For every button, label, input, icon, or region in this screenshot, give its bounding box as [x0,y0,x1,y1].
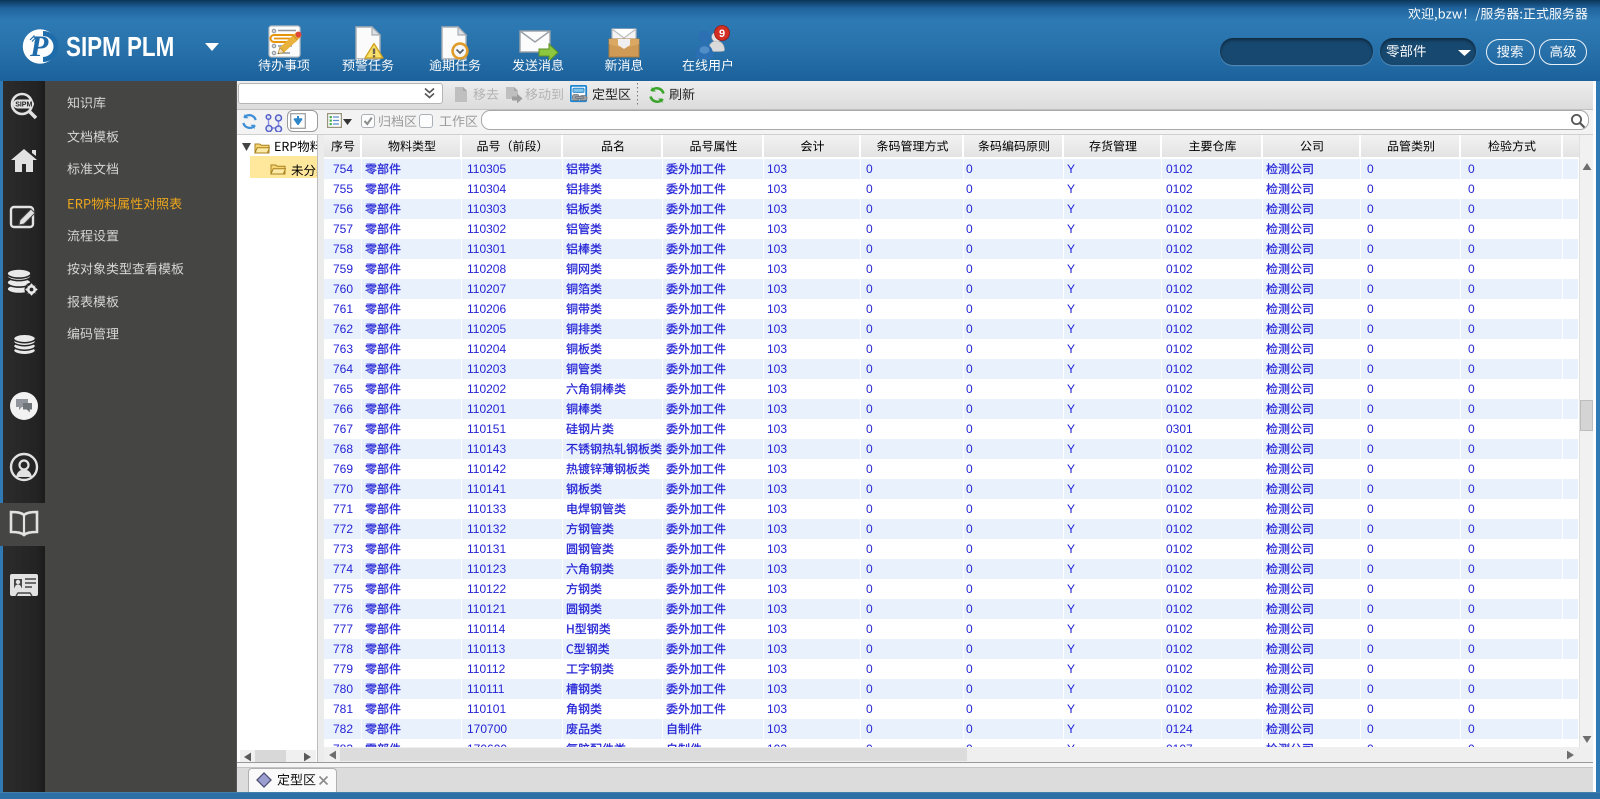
svg-text:9: 9 [719,28,725,40]
svg-text:P: P [29,30,49,63]
svg-text:SIPM: SIPM [15,102,32,109]
